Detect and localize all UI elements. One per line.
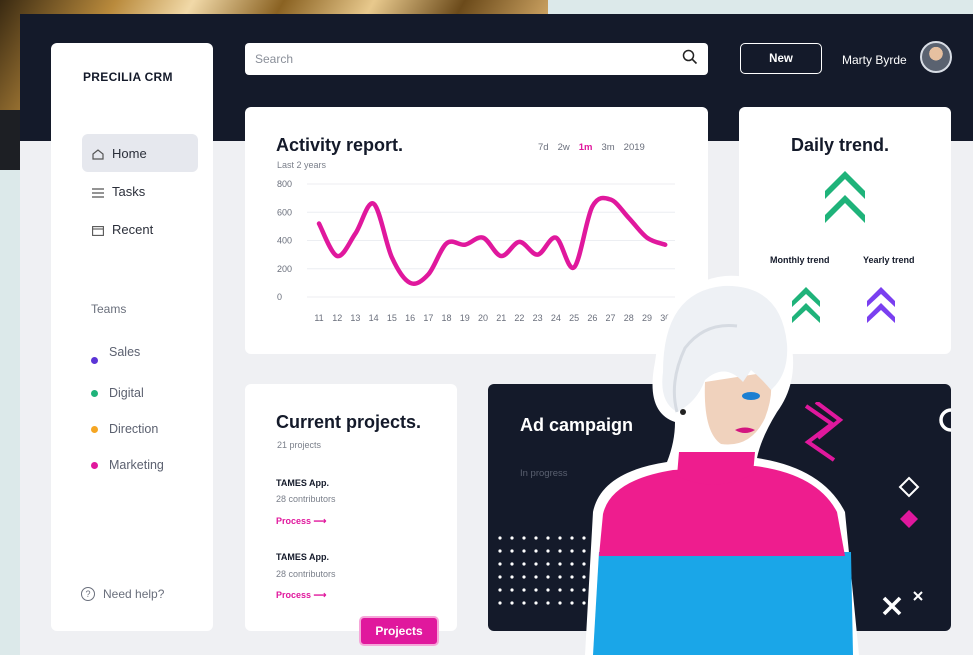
current-projects-card: Current projects. 21 projects TAMES App.… <box>245 384 457 631</box>
projects-title: Current projects. <box>276 412 422 432</box>
x-tick-label: 17 <box>423 313 433 323</box>
user-name[interactable]: Marty Byrde <box>842 53 907 67</box>
y-tick-label: 600 <box>277 207 292 217</box>
home-icon <box>92 148 104 160</box>
search-bar <box>245 43 708 75</box>
team-dot <box>91 461 98 469</box>
y-tick-label: 200 <box>277 264 292 274</box>
team-digital[interactable]: Digital <box>91 386 144 400</box>
recent-icon <box>92 224 104 236</box>
team-label: Sales <box>109 344 141 359</box>
team-label: Digital <box>109 386 144 400</box>
help-label: Need help? <box>103 587 165 601</box>
brand-logo: PRECILIA CRM <box>83 70 173 84</box>
x-tick-label: 20 <box>478 313 488 323</box>
project-contributors: 28 contributors <box>276 494 336 504</box>
y-tick-label: 0 <box>277 292 282 302</box>
x-tick-label: 13 <box>350 313 360 323</box>
team-dot <box>91 357 98 364</box>
x-tick-label: 22 <box>514 313 524 323</box>
diamond-outline-icon <box>898 476 920 498</box>
team-marketing[interactable]: Marketing <box>91 458 164 472</box>
projects-count: 21 projects <box>277 440 322 450</box>
project-name: TAMES App. <box>276 552 329 562</box>
project-contributors: 28 contributors <box>276 569 336 579</box>
project-name: TAMES App. <box>276 478 329 488</box>
new-button[interactable]: New <box>740 43 822 74</box>
person-illustration <box>585 275 859 655</box>
x-tick-label: 21 <box>496 313 506 323</box>
teams-heading: Teams <box>91 302 127 316</box>
small-close-icon <box>913 591 923 601</box>
team-dot <box>91 425 98 433</box>
close-icon <box>882 596 902 616</box>
x-tick-label: 19 <box>460 313 470 323</box>
project-process-link[interactable]: Process ⟶ <box>276 590 326 601</box>
sidebar-item-label: Home <box>112 145 147 161</box>
sidebar-item-tasks[interactable]: Tasks <box>82 172 198 210</box>
sidebar-item-label: Tasks <box>112 183 146 199</box>
list-icon <box>92 186 104 198</box>
decorative-circle <box>939 408 951 432</box>
sidebar-item-label: Recent <box>112 221 154 237</box>
help-icon: ? <box>81 587 95 601</box>
x-tick-label: 16 <box>405 313 415 323</box>
y-tick-label: 800 <box>277 179 292 189</box>
diamond-filled-icon <box>900 510 918 528</box>
x-tick-label: 12 <box>332 313 342 323</box>
team-direction[interactable]: Direction <box>91 422 158 436</box>
daily-trend-icon <box>825 171 865 223</box>
y-tick-label: 400 <box>277 236 292 246</box>
x-tick-label: 18 <box>442 313 452 323</box>
x-tick-label: 11 <box>314 313 323 323</box>
projects-button[interactable]: Projects <box>359 616 439 646</box>
x-tick-label: 14 <box>369 313 379 323</box>
x-tick-label: 15 <box>387 313 397 323</box>
help-link[interactable]: ? Need help? <box>81 587 164 601</box>
x-tick-label: 23 <box>533 313 543 323</box>
sidebar: PRECILIA CRM Home Tasks Recent Teams Sal… <box>51 43 213 631</box>
project-process-link[interactable]: Process ⟶ <box>276 516 326 527</box>
team-label: Direction <box>109 422 159 436</box>
daily-trend-title: Daily trend. <box>791 135 890 155</box>
team-dot <box>91 389 98 397</box>
team-label: Marketing <box>109 458 164 472</box>
search-icon[interactable] <box>682 49 698 70</box>
team-sales[interactable]: Sales <box>91 339 140 364</box>
sidebar-item-home[interactable]: Home <box>82 134 198 172</box>
avatar[interactable] <box>920 41 952 73</box>
search-input[interactable] <box>255 52 682 66</box>
sidebar-item-recent[interactable]: Recent <box>82 210 198 248</box>
